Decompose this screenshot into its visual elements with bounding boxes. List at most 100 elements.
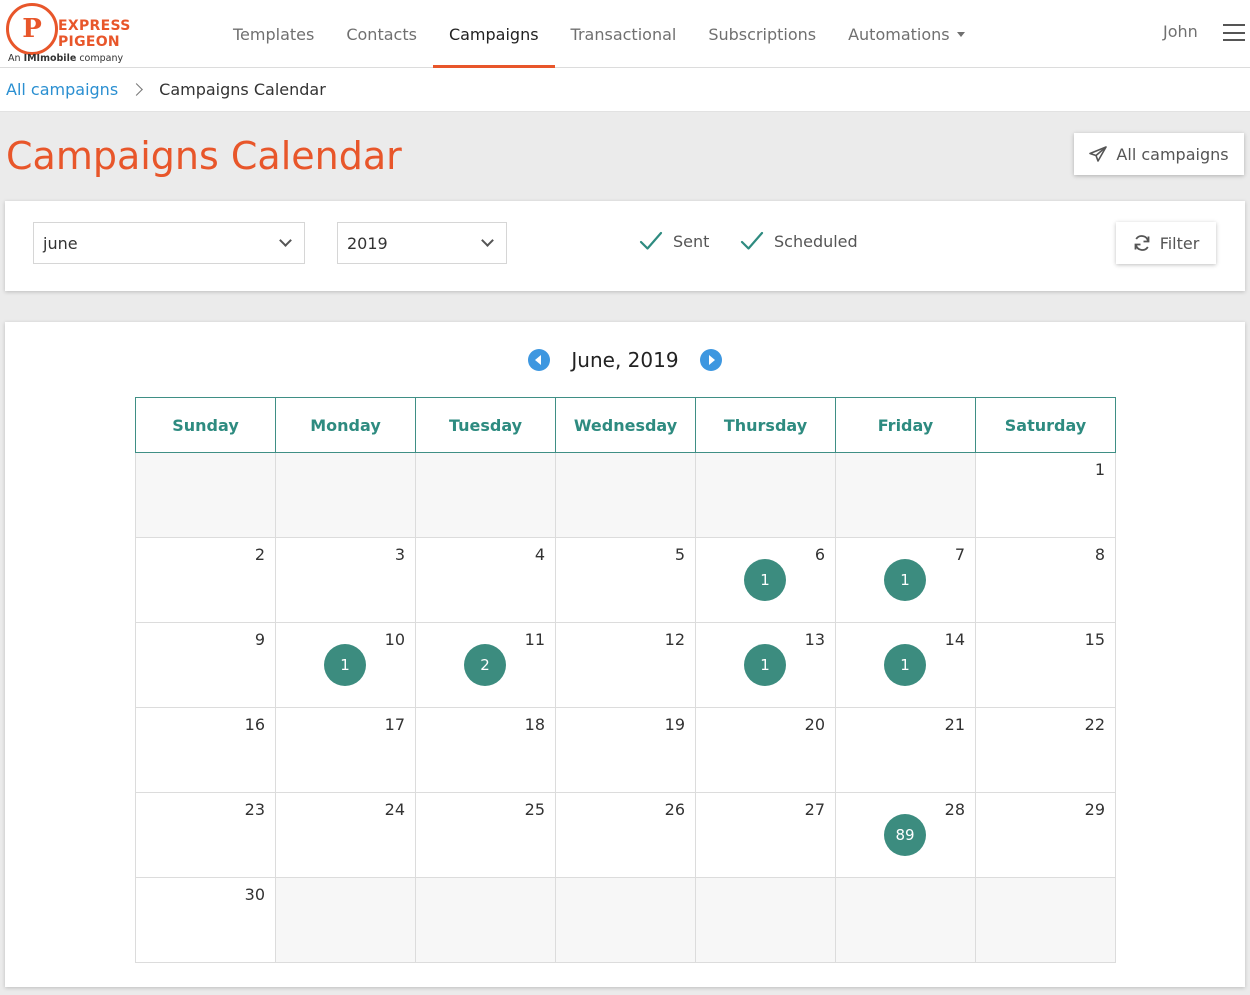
day-number: 7 bbox=[954, 545, 965, 564]
nav-item-subscriptions[interactable]: Subscriptions bbox=[692, 0, 832, 68]
day-number: 16 bbox=[244, 715, 265, 734]
campaign-count-badge[interactable]: 89 bbox=[884, 814, 926, 856]
calendar-day-cell[interactable]: 24 bbox=[275, 792, 416, 878]
month-select-value: june bbox=[43, 233, 78, 253]
calendar-empty-cell bbox=[135, 452, 276, 538]
caret-down-icon bbox=[956, 31, 965, 37]
weekday-saturday: Saturday bbox=[975, 397, 1116, 453]
page-title: Campaigns Calendar bbox=[6, 134, 402, 178]
calendar-day-cell[interactable]: 2 bbox=[135, 537, 276, 623]
brand-logo[interactable]: P EXPRESS PIGEON An IMImobile company bbox=[6, 3, 130, 65]
day-number: 24 bbox=[384, 800, 405, 819]
calendar-day-cell[interactable]: 20 bbox=[695, 707, 836, 793]
month-select[interactable]: june bbox=[33, 222, 305, 264]
day-number: 12 bbox=[664, 630, 685, 649]
day-number: 22 bbox=[1084, 715, 1105, 734]
calendar-day-cell[interactable]: 25 bbox=[415, 792, 556, 878]
calendar-day-cell[interactable]: 23 bbox=[135, 792, 276, 878]
calendar-day-cell[interactable]: 4 bbox=[415, 537, 556, 623]
calendar-day-cell[interactable]: 8 bbox=[975, 537, 1116, 623]
calendar-empty-cell bbox=[835, 877, 976, 963]
day-number: 1 bbox=[1094, 460, 1105, 479]
calendar-day-cell[interactable]: 17 bbox=[275, 707, 416, 793]
calendar-day-cell[interactable]: 9 bbox=[135, 622, 276, 708]
calendar-day-cell[interactable]: 16 bbox=[135, 707, 276, 793]
day-number: 23 bbox=[244, 800, 265, 819]
weekday-tuesday: Tuesday bbox=[415, 397, 556, 453]
nav-item-label: Templates bbox=[233, 24, 315, 44]
campaign-count-badge[interactable]: 1 bbox=[884, 644, 926, 686]
nav-item-contacts[interactable]: Contacts bbox=[330, 0, 433, 68]
calendar-day-cell[interactable]: 61 bbox=[695, 537, 836, 623]
logo-mark-icon: P bbox=[6, 3, 58, 55]
campaign-count-badge[interactable]: 1 bbox=[744, 559, 786, 601]
nav-item-templates[interactable]: Templates bbox=[217, 0, 330, 68]
user-menu[interactable]: John bbox=[1163, 22, 1198, 41]
calendar-day-cell[interactable]: 18 bbox=[415, 707, 556, 793]
breadcrumb-link-all-campaigns[interactable]: All campaigns bbox=[6, 80, 118, 99]
scheduled-checkbox[interactable]: Scheduled bbox=[740, 231, 858, 251]
day-number: 2 bbox=[254, 545, 265, 564]
calendar-day-cell[interactable]: 26 bbox=[555, 792, 696, 878]
calendar-day-cell[interactable]: 19 bbox=[555, 707, 696, 793]
all-campaigns-button[interactable]: All campaigns bbox=[1074, 133, 1244, 175]
day-number: 17 bbox=[384, 715, 405, 734]
calendar-day-cell[interactable]: 28 89 bbox=[835, 792, 976, 878]
sent-checkbox[interactable]: Sent bbox=[639, 231, 709, 251]
calendar-empty-cell bbox=[415, 877, 556, 963]
day-number: 8 bbox=[1094, 545, 1105, 564]
nav-item-automations[interactable]: Automations bbox=[832, 0, 981, 68]
filter-button-label: Filter bbox=[1159, 233, 1200, 253]
day-number: 4 bbox=[534, 545, 545, 564]
nav-item-transactional[interactable]: Transactional bbox=[555, 0, 693, 68]
calendar-day-cell[interactable]: 5 bbox=[555, 537, 696, 623]
calendar-day-cell[interactable]: 21 bbox=[835, 707, 976, 793]
day-number: 15 bbox=[1084, 630, 1105, 649]
calendar-day-cell[interactable]: 12 bbox=[555, 622, 696, 708]
calendar-empty-cell bbox=[275, 452, 416, 538]
filter-button[interactable]: Filter bbox=[1116, 222, 1216, 264]
calendar-empty-cell bbox=[275, 877, 416, 963]
campaign-count-badge[interactable]: 2 bbox=[464, 644, 506, 686]
prev-month-icon[interactable] bbox=[528, 349, 551, 371]
next-month-icon[interactable] bbox=[699, 349, 722, 371]
hamburger-menu-icon[interactable] bbox=[1223, 24, 1245, 41]
day-number: 19 bbox=[664, 715, 685, 734]
calendar-day-cell[interactable]: 30 bbox=[135, 877, 276, 963]
sent-checkbox-label: Sent bbox=[673, 231, 710, 251]
nav-item-label: Subscriptions bbox=[708, 24, 817, 44]
calendar-empty-cell bbox=[835, 452, 976, 538]
calendar-empty-cell bbox=[415, 452, 556, 538]
day-number: 27 bbox=[804, 800, 825, 819]
day-number: 25 bbox=[524, 800, 545, 819]
calendar-week-row: 1 bbox=[135, 452, 1116, 538]
breadcrumb-current: Campaigns Calendar bbox=[159, 80, 326, 99]
calendar-day-cell[interactable]: 22 bbox=[975, 707, 1116, 793]
calendar-day-cell[interactable]: 71 bbox=[835, 537, 976, 623]
calendar-week-row: 23 24 25 26 27 28 89 29 bbox=[135, 792, 1116, 878]
calendar-week-row: 9 10 1 11 2 12 13 1 14 1 15 bbox=[135, 622, 1116, 708]
day-number: 18 bbox=[524, 715, 545, 734]
calendar-header: June, 2019 bbox=[5, 346, 1245, 374]
breadcrumb: All campaigns Campaigns Calendar bbox=[0, 68, 1250, 112]
campaign-count-badge[interactable]: 1 bbox=[744, 644, 786, 686]
calendar-day-cell[interactable]: 14 1 bbox=[835, 622, 976, 708]
all-campaigns-button-label: All campaigns bbox=[1116, 144, 1229, 164]
calendar-day-cell[interactable]: 29 bbox=[975, 792, 1116, 878]
calendar-day-cell[interactable]: 1 bbox=[975, 452, 1116, 538]
campaign-count-badge[interactable]: 1 bbox=[324, 644, 366, 686]
calendar-day-cell[interactable]: 13 1 bbox=[695, 622, 836, 708]
calendar-day-cell[interactable]: 15 bbox=[975, 622, 1116, 708]
calendar-day-cell[interactable]: 10 1 bbox=[275, 622, 416, 708]
calendar-day-cell[interactable]: 3 bbox=[275, 537, 416, 623]
weekday-monday: Monday bbox=[275, 397, 416, 453]
calendar-day-cell[interactable]: 11 2 bbox=[415, 622, 556, 708]
day-number: 5 bbox=[674, 545, 685, 564]
nav-item-campaigns[interactable]: Campaigns bbox=[432, 0, 555, 68]
campaign-count-badge[interactable]: 1 bbox=[884, 559, 926, 601]
year-select[interactable]: 2019 bbox=[337, 222, 507, 264]
day-number: 13 bbox=[804, 630, 825, 649]
day-number: 11 bbox=[524, 630, 545, 649]
weekday-wednesday: Wednesday bbox=[555, 397, 696, 453]
calendar-day-cell[interactable]: 27 bbox=[695, 792, 836, 878]
